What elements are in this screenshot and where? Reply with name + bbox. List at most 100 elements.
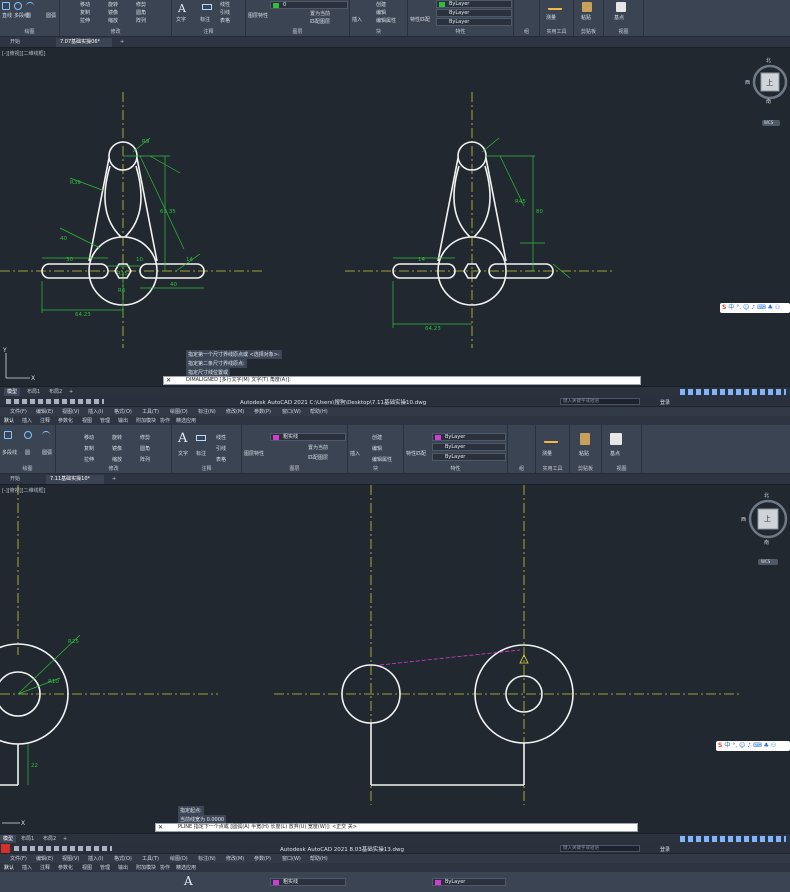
- quick-access-toolbar[interactable]: [6, 399, 104, 404]
- layer-tool-label[interactable]: 匹配图层: [308, 454, 328, 461]
- ribbon-tab[interactable]: 参数化: [58, 417, 73, 424]
- menu-format[interactable]: 格式(O): [114, 408, 132, 415]
- modify-tool-label[interactable]: 修剪: [140, 434, 150, 441]
- basepoint-icon[interactable]: [616, 2, 626, 12]
- menu-parametric[interactable]: 参数(P): [254, 408, 271, 415]
- group-label-properties[interactable]: 特性: [404, 465, 507, 472]
- ime-item[interactable]: 中: [724, 742, 730, 749]
- status-toggles[interactable]: [680, 389, 786, 395]
- ribbon-tab[interactable]: 默认: [4, 417, 14, 424]
- ime-item[interactable]: ⚇: [771, 742, 776, 749]
- compass-north[interactable]: 北: [764, 492, 769, 499]
- menu-edit[interactable]: 编辑(E): [36, 408, 53, 415]
- layer-dropdown[interactable]: 粗实线: [270, 878, 346, 886]
- ime-item[interactable]: ♣: [768, 304, 773, 311]
- modify-tool-label[interactable]: 缩放: [112, 456, 122, 463]
- arc-tool-icon[interactable]: [26, 2, 34, 10]
- close-icon[interactable]: ✕: [166, 377, 171, 384]
- ime-item[interactable]: ♣: [764, 742, 769, 749]
- ribbon-tab[interactable]: 视图: [82, 864, 92, 871]
- group-label-clipboard[interactable]: 剪贴板: [570, 465, 601, 472]
- group-label-properties[interactable]: 特性: [408, 28, 513, 35]
- measure-icon[interactable]: [544, 435, 558, 443]
- text-tool-icon[interactable]: A: [184, 874, 193, 888]
- polyline-tool-icon[interactable]: [2, 2, 10, 10]
- modify-tool-label[interactable]: 移动: [84, 434, 94, 441]
- ribbon-tab[interactable]: 注释: [40, 864, 50, 871]
- autocad-logo-icon[interactable]: [1, 844, 10, 853]
- annot-label[interactable]: 表格: [220, 17, 230, 24]
- annot-label[interactable]: 引线: [220, 9, 230, 16]
- modify-tool-label[interactable]: 镜像: [112, 445, 122, 452]
- text-tool-icon[interactable]: A: [178, 2, 186, 15]
- ime-item[interactable]: ☺: [743, 304, 749, 311]
- ribbon-tab[interactable]: 管理: [100, 417, 110, 424]
- match-properties-label[interactable]: 特性匹配: [410, 16, 430, 23]
- group-label-modify[interactable]: 修改: [60, 28, 171, 35]
- login-link[interactable]: 登录: [660, 399, 670, 406]
- ribbon-tab[interactable]: 注释: [40, 417, 50, 424]
- text-tool-icon[interactable]: A: [178, 431, 187, 446]
- layout-tab-1[interactable]: 布局1: [24, 388, 43, 396]
- block-tool-label[interactable]: 编辑: [372, 445, 382, 452]
- group-label-groups[interactable]: 组: [514, 28, 539, 35]
- modify-tool-label[interactable]: 阵列: [140, 456, 150, 463]
- group-label-annotation[interactable]: 注释: [172, 465, 241, 472]
- menu-file[interactable]: 文件(F): [10, 855, 27, 862]
- paste-icon[interactable]: [580, 433, 590, 445]
- ribbon-tab[interactable]: 精选应用: [176, 417, 196, 424]
- ribbon-tab[interactable]: 视图: [82, 417, 92, 424]
- ribbon-tab[interactable]: 精选应用: [176, 864, 196, 871]
- ribbon-tab[interactable]: 插入: [22, 417, 32, 424]
- ime-item[interactable]: ☺: [739, 742, 745, 749]
- wcs-label[interactable]: WCS: [761, 559, 770, 564]
- modify-tool-label[interactable]: 阵列: [136, 17, 146, 24]
- viewcube[interactable]: 北 西 南 上 WCS: [741, 492, 788, 567]
- modify-tool-label[interactable]: 缩放: [108, 17, 118, 24]
- measure-icon[interactable]: [548, 2, 562, 10]
- ime-item[interactable]: ♪: [747, 742, 751, 749]
- dim-tool-icon[interactable]: [202, 4, 212, 10]
- circle-tool-icon[interactable]: [24, 431, 32, 439]
- modify-tool-label[interactable]: 移动: [80, 1, 90, 8]
- menu-file[interactable]: 文件(F): [10, 408, 27, 415]
- compass-west[interactable]: 西: [745, 79, 750, 86]
- circle-tool-icon[interactable]: [14, 2, 22, 10]
- layout-add[interactable]: +: [60, 835, 70, 843]
- color-dropdown[interactable]: ByLayer: [436, 0, 512, 8]
- annot-label[interactable]: 线性: [216, 434, 226, 441]
- menu-modify[interactable]: 修改(M): [226, 855, 244, 862]
- group-label-block[interactable]: 块: [348, 465, 403, 472]
- tab-drawing[interactable]: 7.11基础实操10*: [46, 475, 104, 484]
- menu-draw[interactable]: 绘图(D): [170, 855, 188, 862]
- tab-start[interactable]: 开始: [6, 38, 24, 47]
- ribbon-tab[interactable]: 附加模块: [136, 417, 156, 424]
- layout-tab-1[interactable]: 布局1: [18, 835, 37, 843]
- block-tool-label[interactable]: 创建: [372, 434, 382, 441]
- annot-label[interactable]: 线性: [220, 1, 230, 8]
- arc-tool-icon[interactable]: [42, 431, 50, 439]
- paste-icon[interactable]: [582, 2, 592, 12]
- tab-drawing[interactable]: 7.07基础实操06*: [56, 38, 112, 47]
- layer-dropdown[interactable]: 0: [270, 1, 348, 9]
- annot-label[interactable]: 引线: [216, 445, 226, 452]
- block-tool-label[interactable]: 编辑属性: [372, 456, 392, 463]
- layout-tab-2[interactable]: 布局2: [40, 835, 59, 843]
- basepoint-icon[interactable]: [610, 433, 622, 445]
- tab-start[interactable]: 开始: [6, 475, 24, 484]
- block-tool-label[interactable]: 插入: [352, 16, 362, 23]
- compass-south[interactable]: 南: [766, 98, 771, 105]
- annot-label[interactable]: 表格: [216, 456, 226, 463]
- menu-insert[interactable]: 插入(I): [88, 855, 103, 862]
- ribbon-tab[interactable]: 管理: [100, 864, 110, 871]
- modify-tool-label[interactable]: 拉伸: [80, 17, 90, 24]
- group-label-layers[interactable]: 图层: [242, 465, 347, 472]
- compass-south[interactable]: 南: [764, 539, 769, 546]
- group-label-block[interactable]: 块: [350, 28, 407, 35]
- match-properties-label[interactable]: 特性匹配: [406, 450, 426, 457]
- login-link[interactable]: 登录: [660, 846, 670, 853]
- menu-view[interactable]: 视图(V): [62, 408, 79, 415]
- menu-dimension[interactable]: 标注(N): [198, 855, 216, 862]
- group-label-annotation[interactable]: 注释: [172, 28, 245, 35]
- viewcube[interactable]: 北 西 南 上 WCS: [745, 58, 788, 126]
